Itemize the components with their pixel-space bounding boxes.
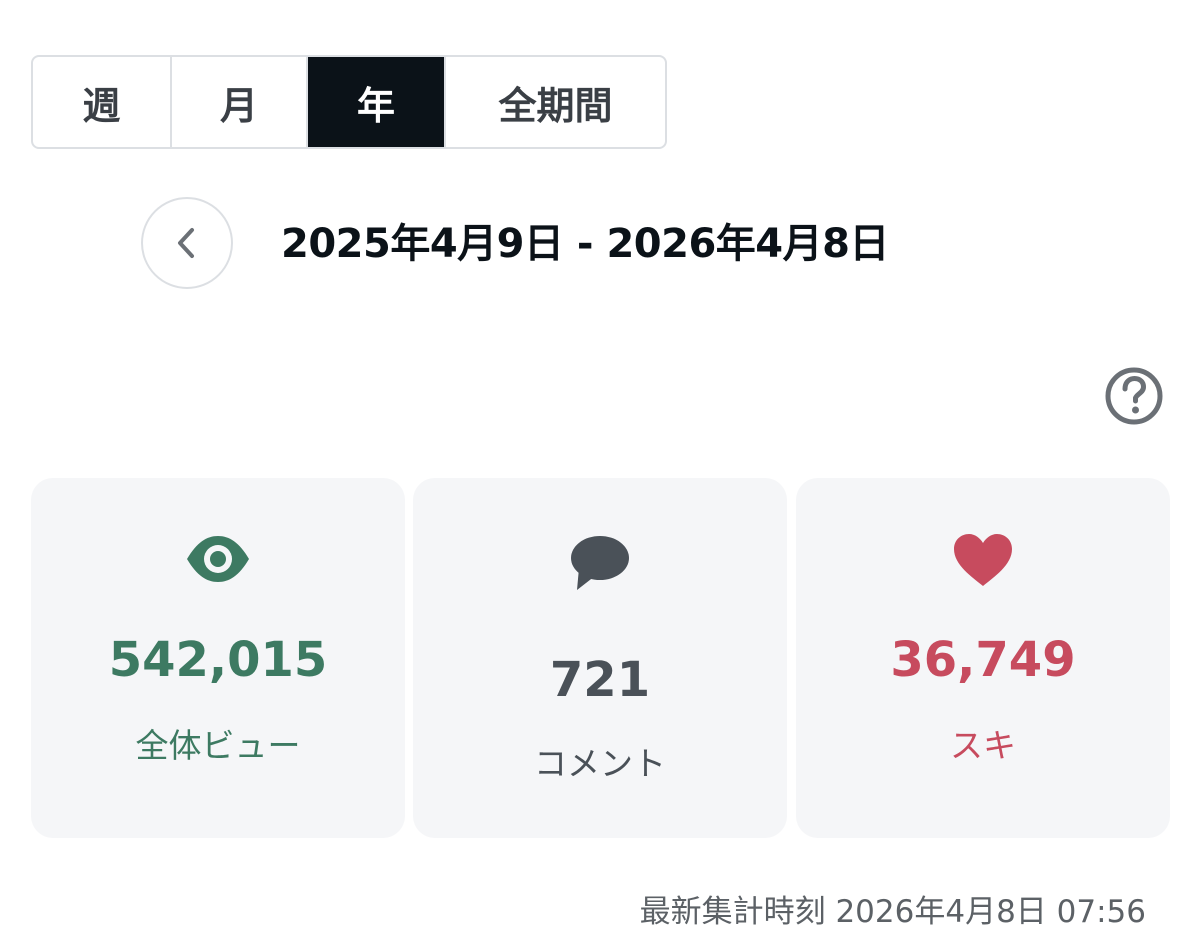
stat-card-likes: 36,749 スキ bbox=[796, 478, 1170, 838]
last-updated-timestamp: 最新集計時刻 2026年4月8日 07:56 bbox=[639, 894, 1146, 930]
comments-value: 721 bbox=[549, 652, 651, 708]
question-circle-icon[interactable] bbox=[1104, 366, 1164, 426]
speech-bubble-icon bbox=[571, 536, 629, 590]
chevron-left-icon bbox=[178, 228, 194, 258]
likes-label: スキ bbox=[950, 726, 1016, 765]
period-tabs: 週 月 年 全期間 bbox=[31, 55, 667, 149]
stat-card-views: 542,015 全体ビュー bbox=[31, 478, 405, 838]
tab-year[interactable]: 年 bbox=[308, 57, 446, 147]
previous-period-button[interactable] bbox=[141, 197, 233, 289]
date-range: 2025年4月9日 - 2026年4月8日 bbox=[281, 221, 889, 267]
comments-label: コメント bbox=[534, 744, 666, 783]
eye-icon bbox=[187, 536, 249, 582]
views-value: 542,015 bbox=[108, 632, 328, 688]
likes-value: 36,749 bbox=[890, 632, 1076, 688]
tab-week[interactable]: 週 bbox=[33, 57, 172, 147]
views-label: 全体ビュー bbox=[135, 726, 301, 765]
tab-all-time[interactable]: 全期間 bbox=[446, 57, 665, 147]
heart-icon bbox=[954, 534, 1012, 586]
stat-card-comments: 721 コメント bbox=[413, 478, 787, 838]
tab-month[interactable]: 月 bbox=[172, 57, 308, 147]
